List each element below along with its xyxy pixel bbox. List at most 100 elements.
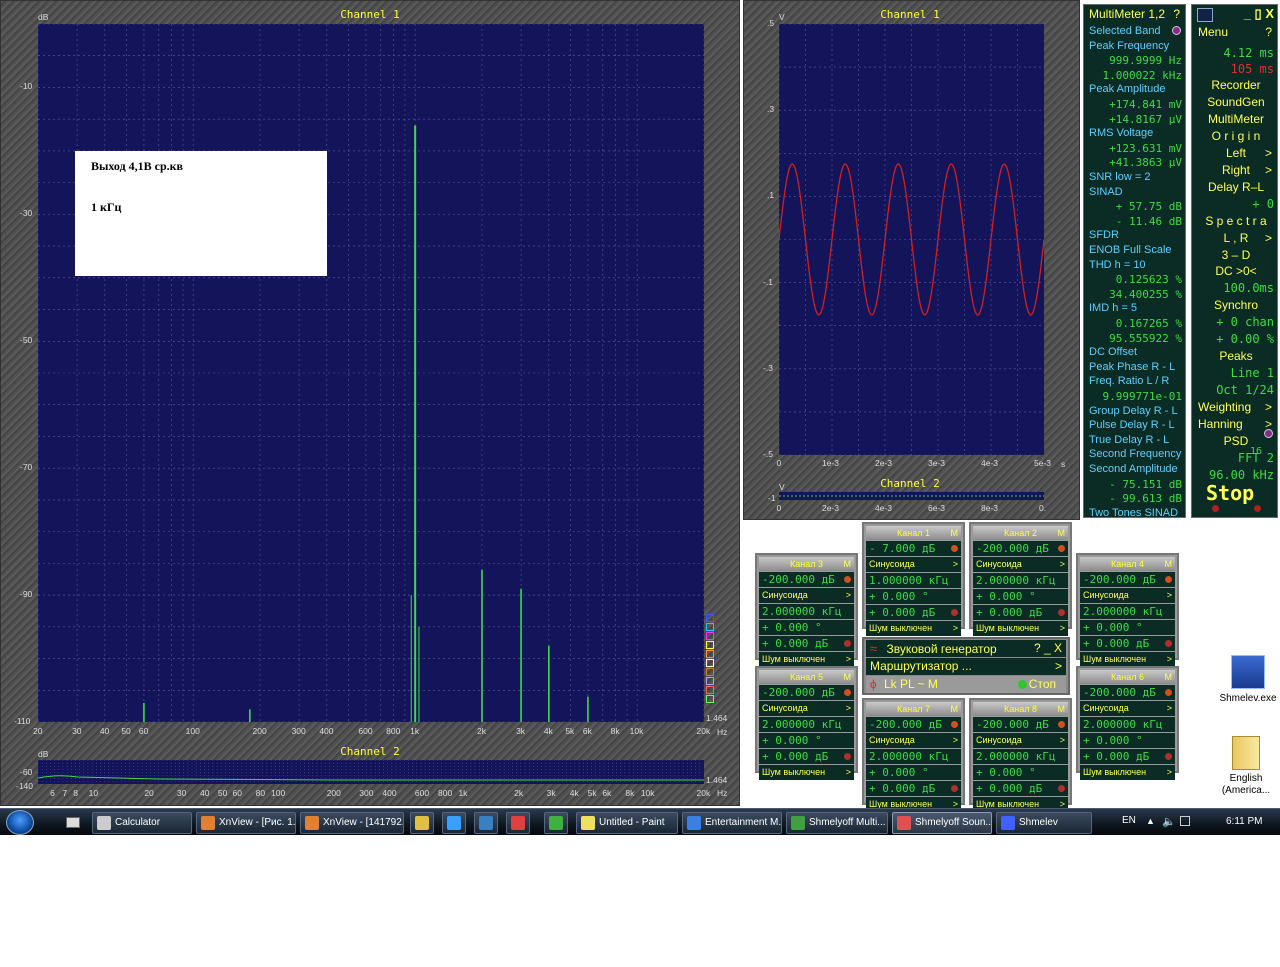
channel-phase[interactable]: + 0.000 ° [973, 765, 1068, 780]
menu-item[interactable]: Recorder [1198, 78, 1274, 93]
channel-level[interactable]: -200.000 дБ [759, 685, 854, 700]
channel-level[interactable]: -200.000 дБ [1080, 685, 1175, 700]
waveform-select[interactable]: Синусоида > [1080, 701, 1175, 716]
menu-item[interactable]: PSD [1198, 434, 1274, 449]
menu-item[interactable]: Synchro [1198, 298, 1274, 313]
multimeter-label[interactable]: RMS Voltage [1089, 127, 1182, 140]
channel-phase[interactable]: + 0.000 ° [866, 765, 961, 780]
waveform-select[interactable]: Синусоида > [759, 588, 854, 603]
noise-select[interactable]: Шум выключен > [866, 621, 961, 636]
language-indicator[interactable]: EN [1122, 815, 1136, 826]
tray-arrow-icon[interactable]: ▲ [1146, 816, 1155, 826]
taskbar-button[interactable]: Entertainment M... [682, 812, 782, 834]
channel-noise-level[interactable]: + 0.000 дБ [759, 749, 854, 764]
start-button[interactable] [6, 810, 34, 835]
multimeter-label[interactable]: ENOB Full Scale [1089, 244, 1182, 257]
multimeter-label[interactable]: SNR low = 2 [1089, 171, 1182, 184]
multimeter-label[interactable]: Group Delay R - L [1089, 405, 1182, 418]
channel-noise-level[interactable]: + 0.000 дБ [866, 605, 961, 620]
channel-frequency[interactable]: 2.000000 кГц [759, 717, 854, 732]
menu-item[interactable]: Peaks [1198, 349, 1274, 364]
legend-box[interactable] [706, 695, 714, 703]
menu-item[interactable]: S p e c t r a [1198, 214, 1274, 229]
spectrum-plot[interactable] [38, 24, 704, 722]
multimeter-label[interactable]: SFDR [1089, 229, 1182, 242]
menu-item[interactable]: Delay R–L [1198, 180, 1274, 195]
channel-header[interactable]: Канал 4 M [1080, 557, 1175, 571]
channel-header[interactable]: Канал 1 M [866, 526, 961, 540]
noise-select[interactable]: Шум выключен > [759, 652, 854, 667]
channel-phase[interactable]: + 0.000 ° [973, 589, 1068, 604]
legend-box[interactable] [706, 668, 714, 676]
menu-item[interactable]: MultiMeter [1198, 112, 1274, 127]
channel-header[interactable]: Канал 2 M [973, 526, 1068, 540]
waveform-select[interactable]: Синусоида > [1080, 588, 1175, 603]
channel-level[interactable]: -200.000 дБ [866, 717, 961, 732]
multimeter-label[interactable]: IMD h = 5 [1089, 302, 1182, 315]
waveform-select[interactable]: Синусоида > [973, 557, 1068, 572]
generator-mode[interactable]: Lk PL ~ M [884, 677, 938, 691]
channel-level[interactable]: -200.000 дБ [759, 572, 854, 587]
mute-button[interactable]: M [1058, 702, 1066, 716]
multimeter-label[interactable]: Peak Phase R - L [1089, 361, 1182, 374]
channel-header[interactable]: Канал 6 M [1080, 670, 1175, 684]
taskbar-button[interactable] [544, 812, 568, 834]
multimeter-label[interactable]: Second Amplitude [1089, 463, 1182, 476]
generator-stop-button[interactable]: Стоп [1029, 676, 1056, 693]
multimeter-label[interactable]: Peak Amplitude [1089, 83, 1182, 96]
menu-item[interactable]: Right > [1198, 163, 1274, 178]
multimeter-label[interactable]: Pulse Delay R - L [1089, 419, 1182, 432]
waveform-select[interactable]: Синусоида > [759, 701, 854, 716]
multimeter-label[interactable]: THD h = 10 [1089, 259, 1182, 272]
waveform-select[interactable]: Синусоида > [973, 733, 1068, 748]
mute-button[interactable]: M [1165, 557, 1173, 571]
stop-button[interactable]: Stop [1206, 481, 1254, 505]
multimeter-label[interactable]: Second Frequency [1089, 448, 1182, 461]
legend-box[interactable] [706, 632, 714, 640]
multimeter-label[interactable]: Freq. Ratio L / R [1089, 375, 1182, 388]
multimeter-label[interactable]: SINAD [1089, 186, 1182, 199]
psd-led[interactable] [1264, 429, 1273, 438]
taskbar-button[interactable]: Shmelyoff Soun... [892, 812, 992, 834]
desktop-icon-english[interactable]: English (America... [1216, 736, 1276, 797]
mute-button[interactable]: M [844, 670, 852, 684]
multimeter-label[interactable]: True Delay R - L [1089, 434, 1182, 447]
channel-noise-level[interactable]: + 0.000 дБ [1080, 749, 1175, 764]
noise-select[interactable]: Шум выключен > [1080, 765, 1175, 780]
menu-title[interactable]: Menu [1198, 25, 1228, 39]
channel-noise-level[interactable]: + 0.000 дБ [973, 781, 1068, 796]
channel-phase[interactable]: + 0.000 ° [866, 589, 961, 604]
menu-item[interactable]: Left > [1198, 146, 1274, 161]
noise-select[interactable]: Шум выключен > [1080, 652, 1175, 667]
menu-item[interactable]: 3 – D [1198, 248, 1274, 263]
taskbar-button[interactable] [410, 812, 434, 834]
scope-ch2-plot[interactable] [779, 492, 1044, 500]
menu-item[interactable]: O r i g i n [1198, 129, 1274, 144]
multimeter-label[interactable]: Two Tones SINAD [1089, 507, 1182, 520]
channel-level[interactable]: -200.000 дБ [973, 541, 1068, 556]
taskbar-button[interactable]: Shmelev [996, 812, 1092, 834]
taskbar-button[interactable]: XnView - [Рис. 1... [196, 812, 296, 834]
router-menu[interactable]: Маршрутизатор ... > [866, 658, 1066, 675]
menu-item[interactable]: SoundGen [1198, 95, 1274, 110]
menu-item[interactable]: Hanning > [1198, 417, 1274, 432]
multimeter-label[interactable]: Selected Band [1089, 25, 1182, 38]
channel-frequency[interactable]: 2.000000 кГц [1080, 604, 1175, 619]
volume-icon[interactable]: 🔈 [1162, 815, 1176, 828]
channel-frequency[interactable]: 2.000000 кГц [973, 573, 1068, 588]
channel-color-legend[interactable] [706, 614, 715, 709]
channel-noise-level[interactable]: + 0.000 дБ [759, 636, 854, 651]
channel-noise-level[interactable]: + 0.000 дБ [866, 781, 961, 796]
mute-button[interactable]: M [844, 557, 852, 571]
channel-header[interactable]: Канал 3 M [759, 557, 854, 571]
taskbar-button[interactable]: Untitled - Paint [576, 812, 678, 834]
channel-header[interactable]: Канал 8 M [973, 702, 1068, 716]
selected-band-indicator[interactable] [1172, 26, 1181, 35]
channel-header[interactable]: Канал 7 M [866, 702, 961, 716]
channel-phase[interactable]: + 0.000 ° [759, 733, 854, 748]
multimeter-label[interactable]: Peak Frequency [1089, 40, 1182, 53]
noise-select[interactable]: Шум выключен > [973, 621, 1068, 636]
taskbar-button[interactable] [474, 812, 498, 834]
taskbar-button[interactable] [442, 812, 466, 834]
menu-item[interactable]: Weighting > [1198, 400, 1274, 415]
